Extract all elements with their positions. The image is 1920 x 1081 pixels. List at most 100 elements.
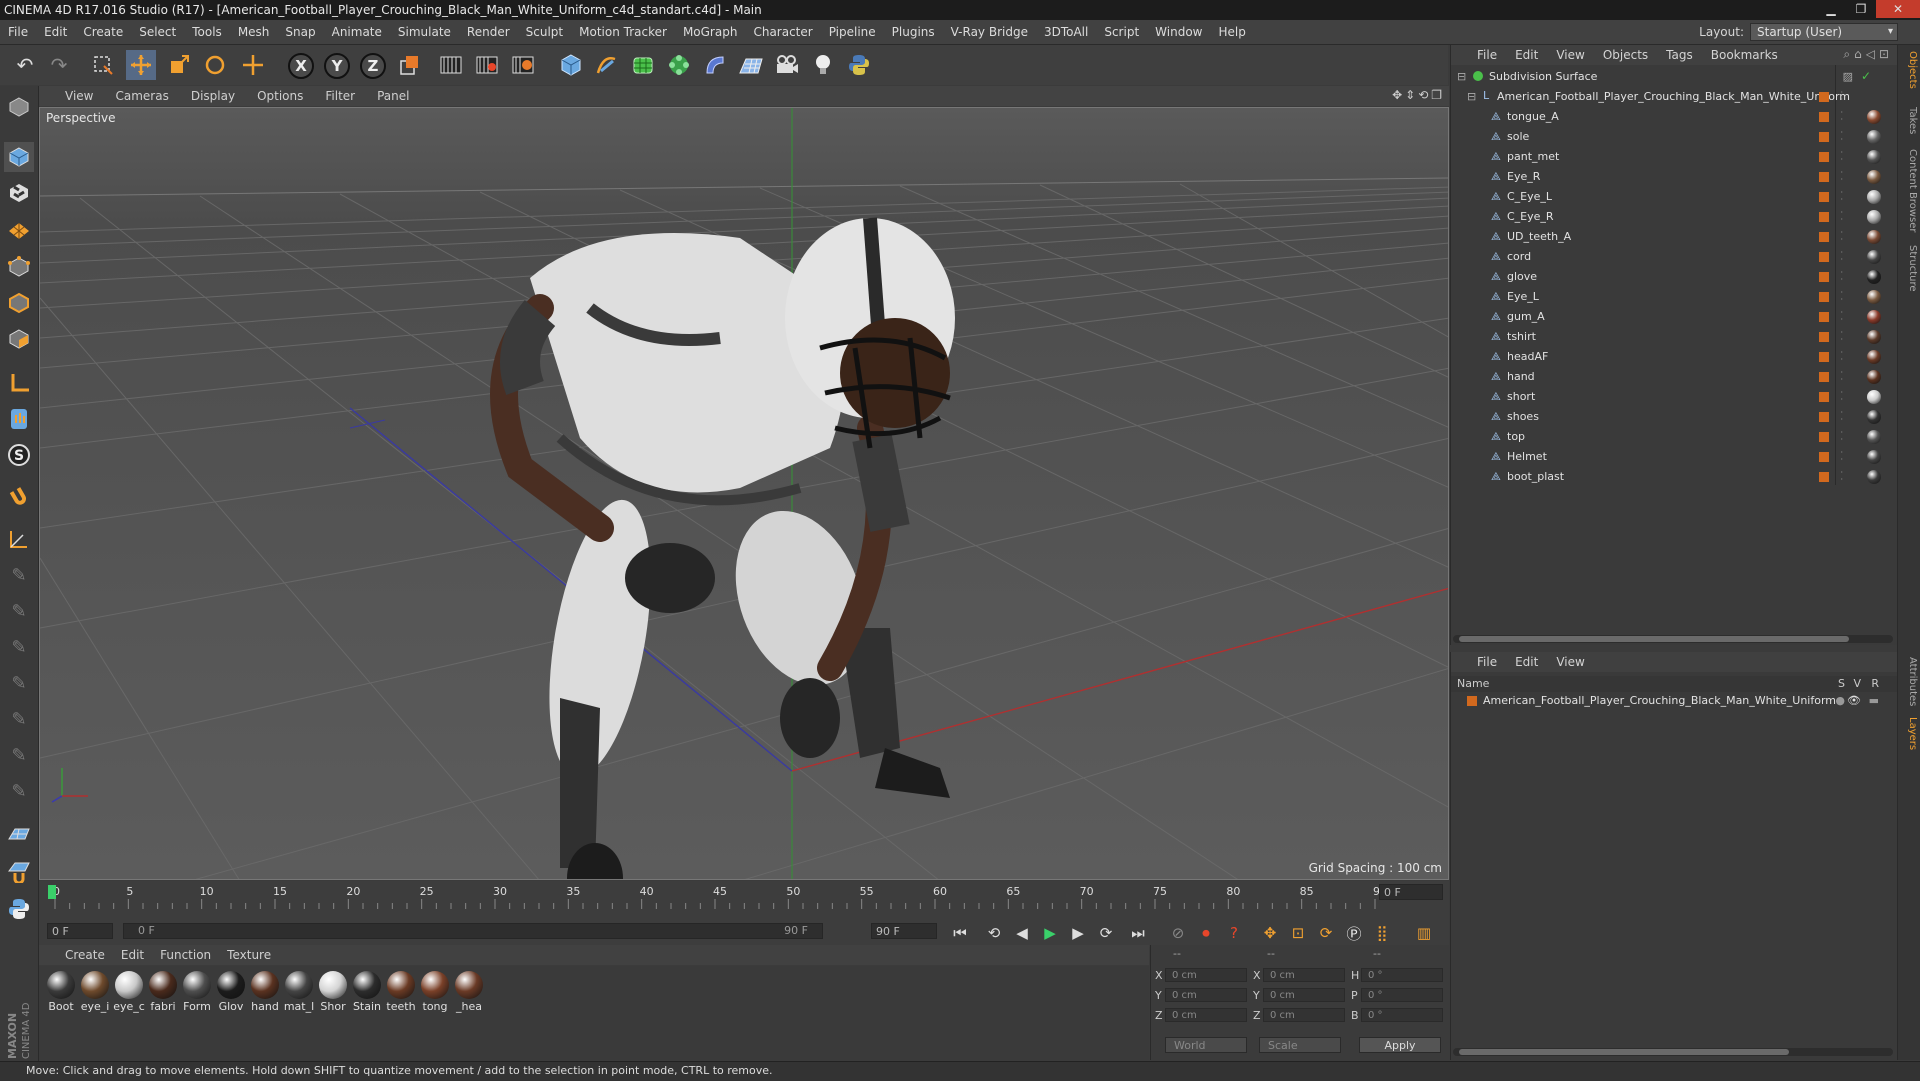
current-frame-field[interactable]: 0 F [1379,884,1443,900]
side-tab-layers[interactable]: Layers [1900,717,1918,750]
menu-edit[interactable]: Edit [44,25,67,39]
workplane-icon[interactable] [4,524,34,554]
make-editable-icon[interactable] [4,92,34,122]
object-row[interactable]: ⟁ C_Eye_L · · [1451,187,1897,207]
rotate-tool-icon[interactable] [200,50,230,80]
visibility-dots-icon[interactable]: · · [1840,429,1843,444]
viewport-menu-display[interactable]: Display [191,89,235,103]
rot-p-field[interactable]: 0 ° [1361,988,1443,1002]
material-tag-icon[interactable] [1867,330,1881,344]
rotation-key-icon[interactable]: ⟳ [1315,922,1337,944]
pos-z-field[interactable]: 0 cm [1165,1008,1247,1022]
material-tag-icon[interactable] [1867,230,1881,244]
object-menu-objects[interactable]: Objects [1603,48,1648,62]
visibility-dots-icon[interactable]: · · [1840,309,1843,324]
point-level-animation-icon[interactable]: ⣿ [1371,922,1393,944]
record-keys-icon[interactable]: ⊘ [1167,922,1189,944]
edges-mode-icon[interactable] [4,288,34,318]
visibility-dots-icon[interactable]: · · [1840,349,1843,364]
apply-button[interactable]: Apply [1359,1037,1441,1053]
object-row[interactable]: ⟁ boot_plast · · [1451,467,1897,487]
material-tag-icon[interactable] [1867,270,1881,284]
object-row[interactable]: ⟁ C_Eye_R · · [1451,207,1897,227]
object-menu-tags[interactable]: Tags [1666,48,1693,62]
previous-frame-icon[interactable]: ◀ [1011,922,1033,944]
rot-h-field[interactable]: 0 ° [1361,968,1443,982]
menu-select[interactable]: Select [139,25,176,39]
viewport-nav-icons[interactable]: ✥⇕⟲❐ [1392,88,1445,102]
close-icon[interactable]: ✕ [1876,0,1920,18]
material-tag-icon[interactable] [1867,190,1881,204]
visibility-dots-icon[interactable]: · · [1840,329,1843,344]
size-z-field[interactable]: 0 cm [1263,1008,1345,1022]
material-tag-icon[interactable] [1867,350,1881,364]
material-swatch[interactable]: hand [249,971,281,1013]
side-tab-content-browser[interactable]: Content Browser [1900,149,1918,232]
object-row[interactable]: ⟁ tongue_A · · [1451,107,1897,127]
material-tag-icon[interactable] [1867,210,1881,224]
range-slider[interactable]: 0 F 90 F [123,923,823,939]
material-tag-icon[interactable] [1867,430,1881,444]
pos-y-field[interactable]: 0 cm [1165,988,1247,1002]
python-console-icon[interactable] [4,894,34,924]
material-swatch[interactable]: eye_c [113,971,145,1013]
coordinate-space-dropdown[interactable]: World [1165,1037,1247,1053]
object-row[interactable]: ⟁ sole · · [1451,127,1897,147]
object-menu-edit[interactable]: Edit [1515,48,1538,62]
visibility-dots-icon[interactable]: · · [1840,209,1843,224]
last-tool-icon[interactable] [238,50,268,80]
side-tab-takes[interactable]: Takes [1900,107,1918,134]
axis-mode-icon[interactable] [4,368,34,398]
texture-mode-icon[interactable] [4,178,34,208]
points-mode-icon[interactable] [4,252,34,282]
menu-mesh[interactable]: Mesh [238,25,270,39]
scale-key-icon[interactable]: ⊡ [1287,922,1309,944]
parameter-key-icon[interactable]: Ⓟ [1343,922,1365,944]
previous-key-icon[interactable]: ⟲ [983,922,1005,944]
object-row[interactable]: ⟁ Helmet · · [1451,447,1897,467]
layout-dropdown[interactable]: Startup (User) [1750,23,1898,41]
subdivision-surface-icon[interactable] [628,50,658,80]
cube-primitive-icon[interactable] [556,50,586,80]
object-row[interactable]: ⟁ shoes · · [1451,407,1897,427]
size-mode-dropdown[interactable]: Scale [1259,1037,1341,1053]
object-row[interactable]: ⟁ headAF · · [1451,347,1897,367]
material-tag-icon[interactable] [1867,250,1881,264]
start-frame-field[interactable]: 0 F [47,923,113,939]
material-menu-function[interactable]: Function [160,948,211,962]
coordinate-system-icon[interactable] [394,50,424,80]
material-tag-icon[interactable] [1867,150,1881,164]
rot-b-field[interactable]: 0 ° [1361,1008,1443,1022]
menu-render[interactable]: Render [467,25,510,39]
material-tag-icon[interactable] [1867,170,1881,184]
material-tag-icon[interactable] [1867,310,1881,324]
end-frame-field[interactable]: 90 F [871,923,937,939]
menu-3dtoall[interactable]: 3DToAll [1044,25,1088,39]
material-tag-icon[interactable] [1867,290,1881,304]
x-axis-lock-icon[interactable]: X [288,53,314,79]
layer-menu-file[interactable]: File [1477,655,1497,669]
object-row[interactable]: ⟁ tshirt · · [1451,327,1897,347]
object-row[interactable]: ⟁ top · · [1451,427,1897,447]
layer-menu-view[interactable]: View [1556,655,1584,669]
object-row-subdivision-surface[interactable]: ⊟ Subdivision Surface ▨ ✓ [1451,67,1897,87]
menu-motion-tracker[interactable]: Motion Tracker [579,25,667,39]
render-view-icon[interactable] [436,50,466,80]
visibility-dots-icon[interactable]: · · [1840,109,1843,124]
material-tag-icon[interactable] [1867,110,1881,124]
workplane-mode-icon[interactable] [4,214,34,244]
layer-solo-icon[interactable]: ● [1835,694,1845,707]
menu-plugins[interactable]: Plugins [892,25,935,39]
material-tag-icon[interactable] [1867,470,1881,484]
next-frame-icon[interactable]: ▶ [1067,922,1089,944]
visibility-dots-icon[interactable]: · · [1840,129,1843,144]
go-to-end-icon[interactable]: ⏭ [1127,922,1149,944]
menu-mograph[interactable]: MoGraph [683,25,738,39]
z-axis-lock-icon[interactable]: Z [360,53,386,79]
play-icon[interactable]: ▶ [1039,922,1061,944]
camera-icon[interactable] [772,50,802,80]
live-selection-icon[interactable] [88,50,118,80]
layer-render-icon[interactable]: ▬ [1869,694,1879,707]
viewport-menu-view[interactable]: View [65,89,93,103]
menu-vray-bridge[interactable]: V-Ray Bridge [951,25,1028,39]
